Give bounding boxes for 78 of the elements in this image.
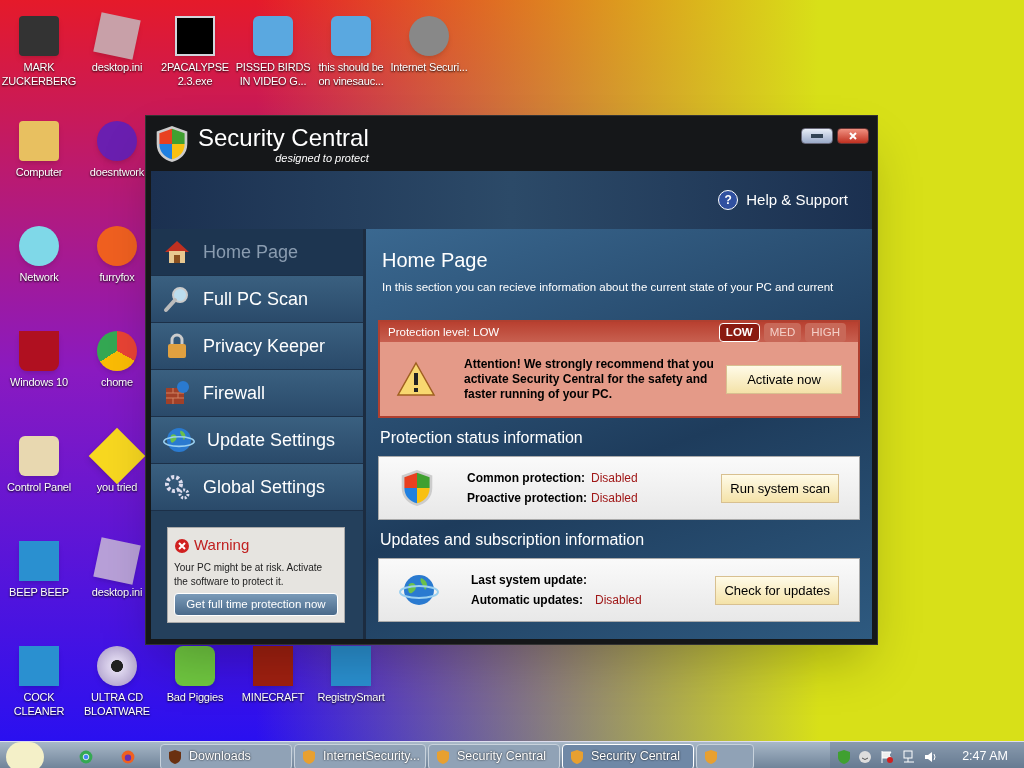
taskbar-button[interactable]: Security Central (562, 743, 694, 768)
error-icon (174, 537, 190, 554)
desktop-icon-label[interactable]: RegistrySmart (317, 690, 385, 704)
house-icon (163, 238, 191, 266)
desktop-icon-label[interactable]: doesntwork (89, 165, 145, 179)
brick-wall-icon (163, 379, 191, 407)
warning-icon (396, 361, 436, 398)
browser-icon[interactable] (97, 331, 137, 371)
warning-title: Warning (194, 535, 250, 556)
desktop-icon-label[interactable]: Bad Piggies (166, 690, 224, 704)
network-icon[interactable] (902, 749, 917, 764)
attention-message: Attention! We strongly recommend that you activate Security Central for the safety and faster running of your PC. (464, 356, 714, 402)
close-icon (848, 131, 858, 141)
action-button[interactable]: Check for updates (715, 575, 839, 605)
shield-icon (169, 749, 181, 764)
desktop-icon-label[interactable]: desktop.ini (91, 60, 143, 74)
page-intro: In this section you can recieve information about the current state of your PC and current (381, 280, 835, 295)
desktop-icon-label[interactable]: BEEP BEEP (9, 585, 69, 599)
desktop-icon-label[interactable]: MINECRAFT (241, 690, 305, 704)
action-button[interactable]: Run system scan (721, 473, 839, 503)
gears-icon (163, 473, 191, 501)
desktop-icon-label[interactable]: desktop.ini (91, 585, 143, 599)
status-value: Disabled (591, 490, 638, 508)
help-link[interactable]: ? Help & Support (718, 188, 848, 212)
taskbar-button[interactable] (696, 743, 754, 768)
shield-icon (571, 749, 583, 764)
speaker-icon[interactable] (924, 749, 939, 764)
nav-item[interactable]: Home Page (151, 229, 363, 276)
shield-icon (154, 124, 190, 164)
nav-item[interactable]: Firewall (151, 370, 363, 417)
desktop-icon-label[interactable]: this should be on vinesauc... (312, 60, 390, 88)
status-label: Automatic updates: (471, 592, 584, 610)
desktop-icon-label[interactable]: furryfox (99, 270, 135, 284)
page-title: Home Page (381, 248, 489, 273)
desktop-icon-label[interactable]: Internet Securi... (390, 60, 468, 74)
browser-icon[interactable] (78, 748, 94, 765)
desktop-icon-label[interactable]: Network (19, 270, 59, 284)
desktop-icon-label[interactable]: Computer (15, 165, 63, 179)
desktop-icon-label[interactable]: 2PACALYPSE 2.3.exe (156, 60, 234, 88)
status-value: Disabled (595, 592, 642, 610)
desktop-icon-label[interactable]: chome (101, 375, 133, 389)
nav-item[interactable]: Global Settings (151, 464, 363, 511)
status-label: Proactive protection: (467, 490, 589, 508)
nav-item[interactable]: Full PC Scan (151, 276, 363, 323)
section-heading: Protection status information (379, 428, 584, 449)
level-tab[interactable]: LOW (718, 322, 760, 342)
desktop-icon-label[interactable]: ULTRA CD BLOATWARE (78, 690, 156, 718)
terminal-icon[interactable] (175, 16, 215, 56)
shield-icon (399, 468, 435, 509)
desktop-icon-label[interactable]: PISSED BIRDS IN VIDEO G... (234, 60, 312, 88)
status-label: Common protection: (467, 470, 586, 488)
start-button[interactable] (6, 741, 44, 768)
shield-icon (705, 749, 717, 764)
window-subtitle: designed to protect (275, 151, 369, 166)
section-heading: Updates and subscription information (379, 530, 646, 551)
nav-item[interactable]: Privacy Keeper (151, 323, 363, 370)
nav-item[interactable]: Update Settings (151, 417, 363, 464)
status-value: Disabled (591, 470, 638, 488)
minimize-button[interactable] (801, 128, 833, 144)
desktop-icon-label[interactable]: you tried (96, 480, 138, 494)
desktop-icon-label[interactable]: Windows 10 (10, 375, 68, 389)
protection-level-label: Protection level: LOW (388, 324, 500, 340)
activate-button[interactable]: Activate now (726, 364, 842, 394)
warning-text: Your PC might be at risk. Activate the software to protect it. (174, 560, 324, 589)
clock[interactable]: 2:47 AM (962, 747, 1008, 766)
close-button[interactable] (837, 128, 869, 144)
desktop-icon-label[interactable]: MARK ZUCKERBERG (0, 60, 78, 88)
status-label: Last system update: (471, 572, 589, 590)
desktop-icon-label[interactable]: COCK CLEANER (0, 690, 78, 718)
document-icon[interactable] (93, 12, 141, 60)
window-title: Security Central (198, 124, 369, 152)
shield-icon (303, 749, 315, 764)
magnifier-icon (163, 285, 191, 313)
protection-button[interactable]: Get full time protection now (174, 592, 338, 616)
help-icon: ? (718, 190, 739, 210)
shield-icon (437, 749, 449, 764)
desktop-icon-label[interactable]: Control Panel (6, 480, 72, 494)
flag-icon[interactable] (880, 749, 895, 764)
